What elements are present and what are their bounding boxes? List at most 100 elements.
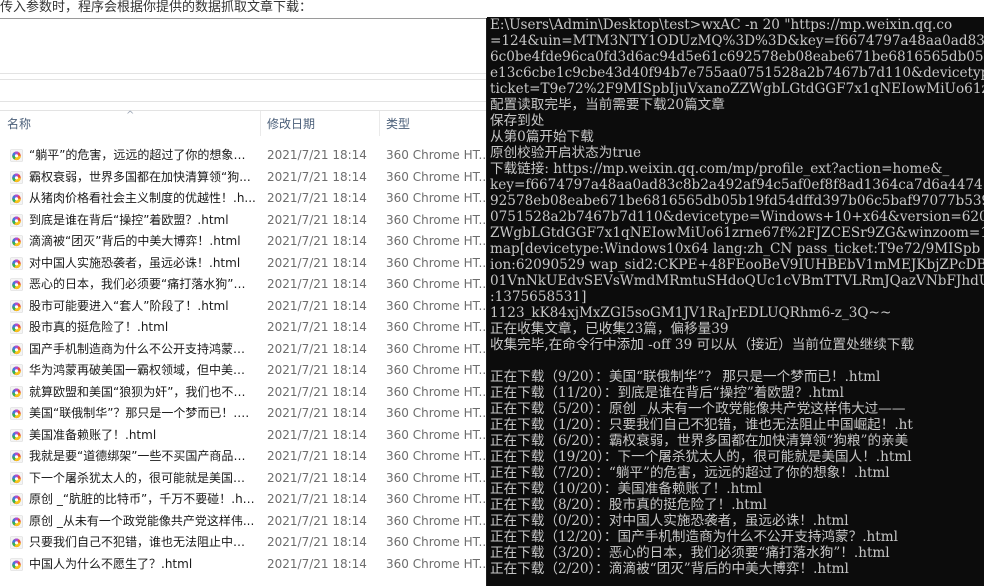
file-row[interactable]: “躺平”的危害，远远的超过了你的想象！... 2021/7/21 18:14 3… [0,145,487,167]
file-type: 360 Chrome HT... [386,556,486,571]
file-date-modified: 2021/7/21 18:14 [267,148,367,162]
console-line: e13c6cbe1c9cbe43d40f94b7e755aa0751528a2b… [490,65,984,81]
chrome-html-file-icon [10,364,23,377]
file-type: 360 Chrome HT... [386,148,486,162]
file-type: 360 Chrome HT... [386,535,486,549]
column-header-name[interactable]: 名称 [7,111,257,136]
file-type: 360 Chrome HT... [386,298,486,313]
file-date-modified: 2021/7/21 18:14 [267,406,367,420]
file-date-modified: 2021/7/21 18:14 [267,449,367,463]
console-line: 正在下载（1/20）：只要我们自己不犯错，谁也无法阻止中国崛起！.ht [490,417,913,433]
divider [0,18,487,19]
column-header-row: 名称 修改日期 类型 [0,111,487,136]
console-line: 下载链接: https://mp.weixin.qq.com/mp/profil… [490,161,950,177]
file-type: 360 Chrome HT... [386,212,486,227]
console-line: ticket=T9e72%2F9MISpbIjuVxanoZZWgbLGtdGG… [490,81,984,97]
column-header-type[interactable]: 类型 [379,111,487,136]
file-row[interactable]: 下一个屠杀犹太人的，很可能就是美国人... 2021/7/21 18:14 36… [0,468,487,490]
file-row[interactable]: 原创 _“肮脏的比特币”，千万不要碰！.ht... 2021/7/21 18:1… [0,489,487,511]
file-name: 国产手机制造商为什么不公开支持鸿蒙？... [29,341,256,356]
file-row[interactable]: 华为鸿蒙再破美国一霸权领域，但中美技... 2021/7/21 18:14 36… [0,360,487,382]
file-row[interactable]: 美国准备赖账了！.html 2021/7/21 18:14 360 Chrome… [0,425,487,447]
file-type: 360 Chrome HT... [386,427,486,442]
chrome-html-file-icon [10,493,23,506]
file-date-modified: 2021/7/21 18:14 [267,341,367,356]
console-line: 从第0篇开始下载 [490,129,594,145]
file-date-modified: 2021/7/21 18:14 [267,277,367,291]
file-row[interactable]: 中国人为什么不愿生了？.html 2021/7/21 18:14 360 Chr… [0,554,487,576]
chrome-html-file-icon [10,342,23,356]
file-row[interactable]: 只要我们自己不犯错，谁也无法阻止中国... 2021/7/21 18:14 36… [0,532,487,554]
divider [0,79,487,80]
chrome-html-file-icon [10,514,23,528]
file-row[interactable]: 美国“联俄制华”？那只是一个梦而已！.h... 2021/7/21 18:14 … [0,403,487,425]
console-line: E:\Users\Admin\Desktop\test>wxAC -n 20 "… [490,17,953,33]
console-line: 配置读取完毕，当前需要下载20篇文章 [490,97,725,113]
console-line: 正在下载（10/20）：美国准备赖账了！.html [490,481,763,497]
file-row[interactable]: 原创 _从未有一个政党能像共产党这样伟... 2021/7/21 18:14 3… [0,511,487,533]
console-line: 正在下载（6/20）：霸权衰弱，世界多国都在加快清算领“狗粮”的亲美 [490,433,909,449]
file-name: 霸权衰弱，世界多国都在加快清算领“狗... [29,169,251,184]
file-row[interactable]: 国产手机制造商为什么不公开支持鸿蒙？... 2021/7/21 18:14 36… [0,339,487,361]
instruction-caption: 传入参数时，程序会根据你提供的数据抓取文章下载： [0,0,490,18]
file-row[interactable]: 我就是要“道德绑架”一些不买国产商品的... 2021/7/21 18:14 3… [0,446,487,468]
column-header-date-modified[interactable]: 修改日期 [260,111,385,136]
console-line: 正在下载（8/20）：股市真的挺危险了！.html [490,497,768,513]
file-row[interactable]: 股市可能要进入“套人”阶段了！.html 2021/7/21 18:14 360… [0,296,487,318]
file-row[interactable]: 恶心的日本，我们必须要“痛打落水狗”！... 2021/7/21 18:14 3… [0,274,487,296]
file-date-modified: 2021/7/21 18:14 [267,169,367,184]
file-name: 从猪肉价格看社会主义制度的优越性！.h... [29,191,256,205]
console-line: 92578eb08eabe671be6816565db05b19fd54dffd… [490,193,984,209]
file-date-modified: 2021/7/21 18:14 [267,255,367,270]
file-row[interactable]: 霸权衰弱，世界多国都在加快清算领“狗... 2021/7/21 18:14 36… [0,167,487,189]
console-output: E:\Users\Admin\Desktop\test>wxAC -n 20 "… [490,17,984,577]
file-row[interactable]: 到底是谁在背后“操控”着欧盟？.html 2021/7/21 18:14 360… [0,210,487,232]
file-name: 美国准备赖账了！.html [29,427,157,442]
file-row[interactable]: 滴滴被“团灭”背后的中美大博弈！.html 2021/7/21 18:14 36… [0,231,487,253]
file-date-modified: 2021/7/21 18:14 [267,363,367,377]
file-name: 原创 _从未有一个政党能像共产党这样伟... [29,513,255,528]
console-line: 正在下载（3/20）：恶心的日本，我们必须要“痛打落水狗”！.html [490,545,890,561]
file-type: 360 Chrome HT... [386,277,486,291]
chrome-html-file-icon [10,170,23,184]
chrome-html-file-icon [10,235,23,248]
console-line: 正在下载（2/20）：滴滴被“团灭”背后的中美大博弈！.html [490,561,849,577]
console-line: :1375658531] [490,289,587,305]
file-type: 360 Chrome HT... [386,234,486,248]
file-type: 360 Chrome HT... [386,492,486,506]
chrome-html-file-icon [10,299,23,313]
console-line: ZWgbLGtdGGF7x1qNEIowMiUo61zrne67f%2FJZCE… [490,225,984,241]
file-name: 对中国人实施恐袭者，虽远必诛！.html [29,255,241,270]
file-type: 360 Chrome HT... [386,406,486,420]
chrome-html-file-icon [10,213,23,227]
chrome-html-file-icon [10,428,23,442]
file-type: 360 Chrome HT... [386,470,486,485]
file-row[interactable]: 对中国人实施恐袭者，虽远必诛！.html 2021/7/21 18:14 360… [0,253,487,275]
file-explorer: ^ 名称 修改日期 类型 “躺平”的危害，远远的超过了你的想象！... 2021… [0,18,487,586]
file-row[interactable]: 就算欧盟和美国“狼狈为奸”，我们也不怕... 2021/7/21 18:14 3… [0,382,487,404]
file-list: “躺平”的危害，远远的超过了你的想象！... 2021/7/21 18:14 3… [0,145,487,575]
file-date-modified: 2021/7/21 18:14 [267,470,367,485]
console-line: 正在下载（7/20）：“躺平”的危害，远远的超过了你的想象！.html [490,465,890,481]
file-date-modified: 2021/7/21 18:14 [267,191,367,205]
file-date-modified: 2021/7/21 18:14 [267,556,367,571]
file-row[interactable]: 从猪肉价格看社会主义制度的优越性！.h... 2021/7/21 18:14 3… [0,188,487,210]
console-line: 原创校验开启状态为true [490,145,642,161]
file-date-modified: 2021/7/21 18:14 [267,535,367,549]
console-window[interactable]: E:\Users\Admin\Desktop\test>wxAC -n 20 "… [487,17,984,586]
file-date-modified: 2021/7/21 18:14 [267,427,367,442]
console-line: 正在下载（5/20）：原创 _从未有一个政党能像共产党这样伟大过—— [490,401,906,417]
file-row[interactable]: 股市真的挺危险了！.html 2021/7/21 18:14 360 Chrom… [0,317,487,339]
console-line: 01VnNkUEdvSEVsWmdMRmtuSHdoQUc1cVBmTTVLRm… [490,273,984,289]
console-line: 正在下载（12/20）：国产手机制造商为什么不公开支持鸿蒙？.html [490,529,898,545]
file-date-modified: 2021/7/21 18:14 [267,234,367,248]
file-type: 360 Chrome HT... [386,169,486,184]
file-type: 360 Chrome HT... [386,191,486,205]
console-line: 正在下载（9/20）：美国“联俄制华”？ 那只是一个梦而已！.html [490,369,881,385]
console-line: 正在下载（0/20）：对中国人实施恐袭者，虽远必诛！.html [490,513,849,529]
chrome-html-file-icon [10,557,23,571]
chrome-html-file-icon [10,321,23,334]
file-date-modified: 2021/7/21 18:14 [267,513,367,528]
file-name: 只要我们自己不犯错，谁也无法阻止中国... [29,535,256,549]
file-name: 原创 _“肮脏的比特币”，千万不要碰！.ht... [29,492,256,506]
